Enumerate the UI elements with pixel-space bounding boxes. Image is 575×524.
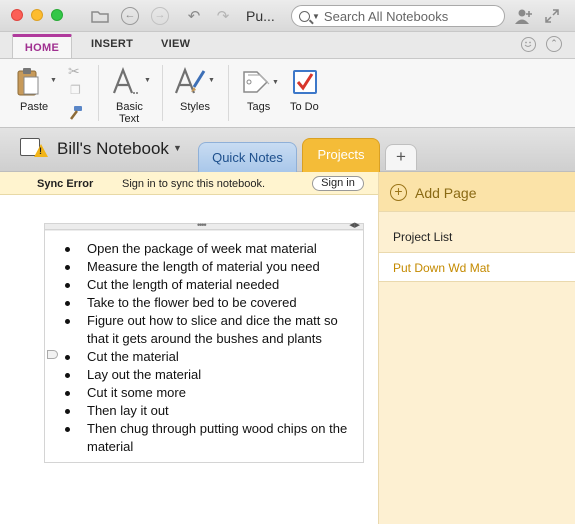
chevron-down-icon: ▼	[312, 11, 320, 21]
list-item[interactable]: Cut the material	[65, 348, 361, 366]
add-page-label: Add Page	[415, 185, 477, 201]
sync-error-label: Sync Error	[37, 178, 94, 190]
clipboard-icon	[17, 68, 39, 96]
todo-button[interactable]: To Do	[286, 59, 326, 129]
notebook-bar: ! Bill's Notebook ▼ Quick Notes Projects…	[0, 128, 575, 172]
add-page-button[interactable]: + Add Page	[379, 172, 575, 212]
ribbon-tabs: HOME INSERT VIEW ⌃	[0, 32, 575, 59]
styles-label: Styles	[180, 101, 210, 113]
section-tab-projects[interactable]: Projects	[302, 138, 380, 172]
pages-pane: + Add Page Project List Put Down Wd Mat	[378, 172, 575, 524]
chevron-down-icon[interactable]: ▼	[173, 143, 182, 153]
close-window-button[interactable]	[11, 9, 23, 21]
styles-brush-icon	[174, 67, 206, 94]
list-item[interactable]: Measure the length of material you need	[65, 258, 361, 276]
list-item[interactable]: Cut it some more	[65, 384, 361, 402]
back-icon[interactable]: ←	[119, 6, 141, 26]
collapse-ribbon-icon[interactable]: ⌃	[546, 36, 562, 52]
search-input[interactable]: Search All Notebooks	[324, 9, 448, 24]
note-container[interactable]: Open the package of week mat material Me…	[44, 229, 364, 463]
sign-in-button[interactable]: Sign in	[312, 176, 364, 191]
format-painter-icon[interactable]	[68, 105, 84, 121]
cut-icon[interactable]: ✂	[68, 63, 80, 80]
list-item[interactable]: Figure out how to slice and dice the mat…	[65, 312, 361, 348]
notebook-name[interactable]: Bill's Notebook	[57, 139, 169, 159]
tab-home[interactable]: HOME	[12, 34, 72, 59]
paste-label: Paste	[20, 101, 49, 113]
minimize-window-button[interactable]	[31, 9, 43, 21]
basic-text-label-2: Text	[119, 113, 140, 125]
forward-icon[interactable]: →	[149, 6, 171, 26]
list-item[interactable]: Cut the length of material needed	[65, 276, 361, 294]
clipboard-tools: ✂ ❐	[64, 59, 88, 129]
list-item[interactable]: Open the package of week mat material	[65, 240, 361, 258]
tags-button[interactable]: ▼ Tags	[238, 59, 280, 129]
smiley-feedback-icon[interactable]	[521, 37, 536, 52]
list-item[interactable]: Then chug through putting wood chips on …	[65, 420, 361, 456]
ribbon: ▼ Paste ✂ ❐ ▼ Basic Text ▼ Styles ▼ Tags…	[0, 58, 575, 128]
checkbox-checked-icon	[293, 70, 317, 94]
tag-icon	[243, 71, 270, 93]
search-icon	[299, 10, 310, 22]
styles-button[interactable]: ▼ Styles	[170, 59, 218, 129]
basic-text-button[interactable]: ▼ Basic Text	[104, 59, 154, 129]
add-section-button[interactable]: +	[385, 144, 417, 170]
title-bar: ← → ↶ ↷ Pu... ▼ Search All Notebooks	[0, 0, 575, 32]
tags-label: Tags	[247, 101, 271, 113]
paste-button[interactable]: ▼ Paste	[10, 59, 60, 129]
plus-circle-icon: +	[390, 184, 407, 201]
paragraph-handle-icon[interactable]	[47, 350, 58, 359]
sync-message: Sign in to sync this notebook.	[122, 178, 266, 190]
undo-icon[interactable]: ↶	[183, 6, 205, 26]
todo-label: To Do	[290, 101, 319, 113]
resize-arrows-icon[interactable]: ◀▶	[349, 221, 360, 229]
folder-icon[interactable]	[89, 6, 111, 26]
redo-icon[interactable]: ↷	[212, 6, 234, 26]
bullet-list: Open the package of week mat material Me…	[65, 240, 361, 456]
zoom-window-button[interactable]	[51, 9, 63, 21]
basic-text-label-1: Basic	[116, 101, 143, 113]
tab-insert[interactable]: INSERT	[91, 38, 133, 50]
page-item-project-list[interactable]: Project List	[379, 222, 575, 252]
list-item[interactable]: Take to the flower bed to be covered	[65, 294, 361, 312]
page-canvas[interactable]: •••• ◀▶ Open the package of week mat mat…	[0, 195, 378, 524]
text-a-icon	[112, 67, 138, 94]
sync-error-bar: Sync Error Sign in to sync this notebook…	[0, 172, 378, 195]
copy-icon[interactable]: ❐	[70, 83, 81, 97]
page-item-put-down-wd-mat[interactable]: Put Down Wd Mat	[379, 252, 575, 282]
window-title: Pu...	[246, 8, 275, 24]
share-person-icon[interactable]	[513, 6, 535, 26]
list-item[interactable]: Lay out the material	[65, 366, 361, 384]
tab-view[interactable]: VIEW	[161, 38, 190, 50]
fullscreen-icon[interactable]	[541, 6, 563, 26]
search-box[interactable]: ▼ Search All Notebooks	[291, 5, 505, 27]
list-item[interactable]: Then lay it out	[65, 402, 361, 420]
section-tab-quick-notes[interactable]: Quick Notes	[198, 142, 297, 172]
